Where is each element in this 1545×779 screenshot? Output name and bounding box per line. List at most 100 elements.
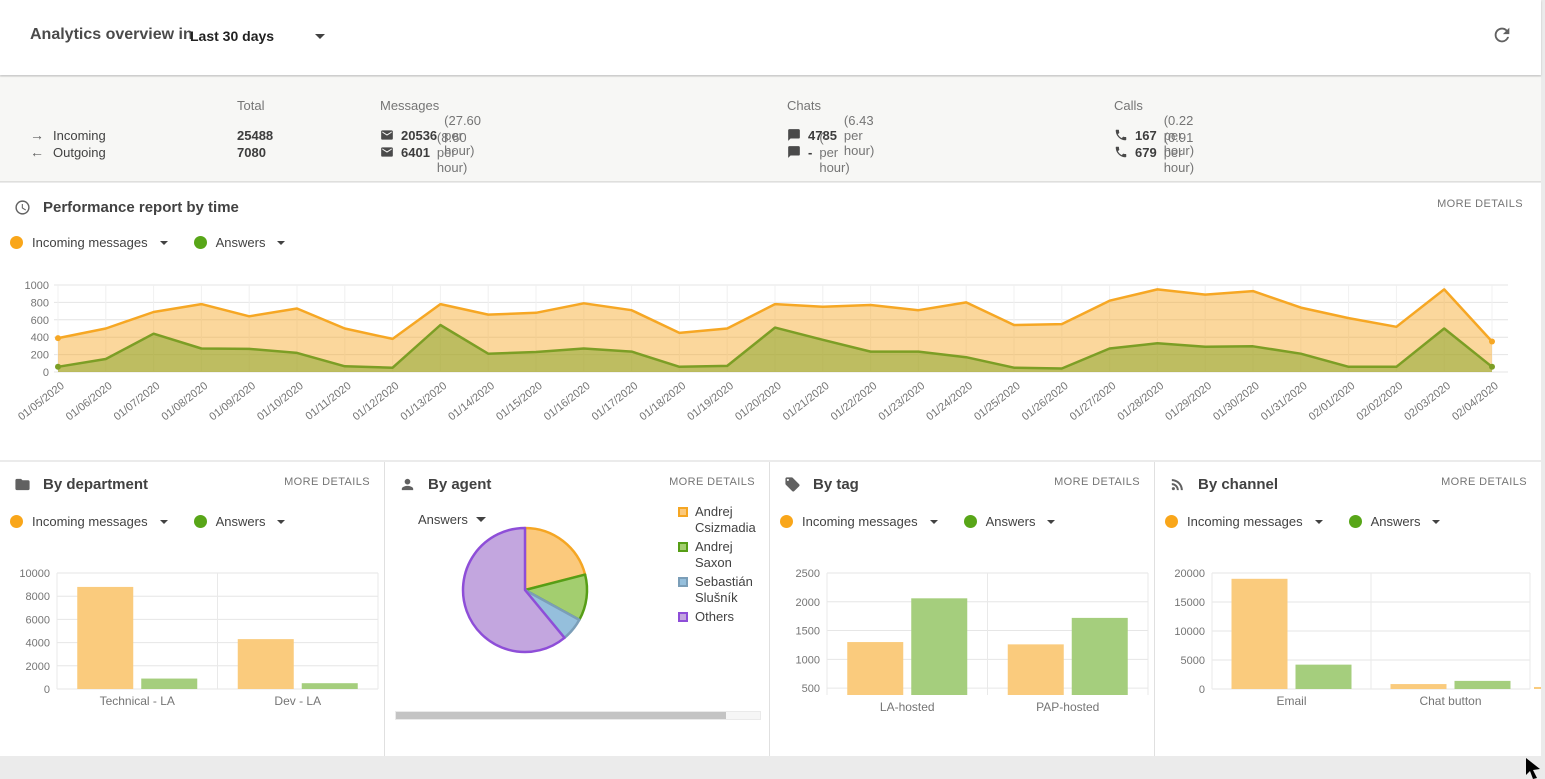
date-range-select[interactable]: Last 30 days [190,24,325,48]
svg-text:8000: 8000 [26,591,50,603]
svg-text:600: 600 [31,315,49,327]
pie-legend-item: Andrej Csizmadia [678,504,773,536]
svg-text:LA-hosted: LA-hosted [880,700,935,714]
legend-incoming-messages[interactable]: Incoming messages [10,514,168,529]
svg-text:10000: 10000 [19,568,50,580]
svg-text:02/01/2020: 02/01/2020 [1307,380,1358,423]
legend-dot [1165,515,1178,528]
bottom-panels-row: By department MORE DETAILS Incoming mess… [0,462,1541,756]
calls-outgoing-count: 679 [1135,145,1157,160]
panel-by-department: By department MORE DETAILS Incoming mess… [0,462,385,756]
svg-text:02/03/2020: 02/03/2020 [1402,380,1453,423]
svg-text:4000: 4000 [26,638,50,650]
chats-outgoing-rate: (- per hour) [819,130,849,175]
svg-text:2500: 2500 [796,568,820,580]
phone-icon [1114,145,1128,159]
outgoing-row-label: ← Outgoing [30,144,106,160]
performance-area-chart: 0200400600800100001/05/202001/06/202001/… [12,273,1522,453]
tag-icon [784,476,801,493]
svg-text:800: 800 [31,297,49,309]
panel-title: By agent [428,476,491,493]
column-header: Calls [1114,98,1143,113]
chevron-down-icon [277,241,285,245]
legend-label: Answers [216,235,266,250]
more-details-link[interactable]: MORE DETAILS [1054,476,1140,488]
mouse-cursor [1524,758,1544,779]
svg-text:1000: 1000 [25,280,49,292]
svg-text:400: 400 [31,332,49,344]
legend-answers[interactable]: Answers [964,514,1056,529]
svg-text:Email: Email [1276,694,1306,708]
legend-answers[interactable]: Answers [194,514,286,529]
legend-answers[interactable]: Answers [194,235,286,250]
legend-label: Answers [986,514,1036,529]
svg-text:01/13/2020: 01/13/2020 [398,380,449,423]
chat-bubble-icon [787,145,801,159]
column-header: Chats [787,98,821,113]
legend-incoming-messages[interactable]: Incoming messages [10,235,168,250]
chevron-down-icon [315,34,325,39]
svg-text:Chat button: Chat button [1419,694,1481,708]
svg-text:01/24/2020: 01/24/2020 [924,380,975,423]
legend-incoming-messages[interactable]: Incoming messages [1165,514,1323,529]
more-details-link[interactable]: MORE DETAILS [284,476,370,488]
chat-bubble-icon [787,128,801,142]
panel-by-tag: By tag MORE DETAILS Incoming messages An… [770,462,1155,756]
envelope-icon [380,145,394,159]
more-details-link[interactable]: MORE DETAILS [669,476,755,488]
chevron-down-icon [476,517,486,522]
svg-text:0: 0 [1199,684,1205,696]
svg-text:1500: 1500 [796,626,820,638]
panel-title: By tag [813,476,859,493]
agent-pie-legend: Andrej Csizmadia Andrej Saxon Sebastián … [678,504,773,628]
legend-swatch [678,542,688,552]
department-bar-chart: 0200040006000800010000Technical - LADev … [0,557,385,722]
svg-text:01/10/2020: 01/10/2020 [255,380,306,423]
person-icon [399,476,416,493]
messages-outgoing-rate: (8.60 per hour) [437,130,467,175]
agent-metric-dropdown[interactable]: Answers [418,512,486,527]
panel-title: By channel [1198,476,1278,493]
timer-icon [14,199,31,216]
calls-incoming-count: 167 [1135,128,1157,143]
legend-label: Andrej Saxon [695,539,773,571]
pie-legend-item: Others [678,609,773,625]
tag-bar-chart: 5001000150020002500LA-hostedPAP-hosted [770,557,1155,722]
legend-label: Incoming messages [802,514,918,529]
svg-text:01/16/2020: 01/16/2020 [542,380,593,423]
column-header: Messages [380,98,439,113]
legend-label: Incoming messages [32,235,148,250]
legend-incoming-messages[interactable]: Incoming messages [780,514,938,529]
svg-text:500: 500 [802,683,820,695]
row-label: Outgoing [53,145,106,160]
legend-dot [10,236,23,249]
svg-text:01/29/2020: 01/29/2020 [1163,380,1214,423]
refresh-button[interactable] [1491,24,1513,46]
messages-outgoing-count: 6401 [401,145,430,160]
total-incoming-value: 25488 [237,128,273,143]
legend-swatch [678,577,688,587]
incoming-row-label: → Incoming [30,127,106,143]
legend-answers[interactable]: Answers [1349,514,1441,529]
svg-text:02/04/2020: 02/04/2020 [1450,380,1501,423]
chevron-down-icon [1047,520,1055,524]
scrollbar-thumb[interactable] [396,712,726,719]
summary-stats-band: → Incoming ← Outgoing Total 25488 7080 M… [0,76,1541,182]
more-details-link[interactable]: MORE DETAILS [1441,476,1527,488]
svg-text:0: 0 [43,367,49,379]
svg-text:01/31/2020: 01/31/2020 [1259,380,1310,423]
chats-outgoing-count: - [808,145,812,160]
legend-swatch [678,507,688,517]
phone-icon [1114,128,1128,142]
more-details-link[interactable]: MORE DETAILS [1437,198,1523,210]
legend-swatch [678,612,688,622]
svg-text:01/25/2020: 01/25/2020 [972,380,1023,423]
svg-text:02/02/2020: 02/02/2020 [1354,380,1405,423]
envelope-icon [380,128,394,142]
svg-text:200: 200 [31,350,49,362]
svg-text:01/17/2020: 01/17/2020 [590,380,641,423]
chevron-down-icon [930,520,938,524]
page-title: Analytics overview in [30,26,193,44]
svg-text:01/08/2020: 01/08/2020 [159,380,210,423]
tag-legend: Incoming messages Answers [780,514,1055,529]
